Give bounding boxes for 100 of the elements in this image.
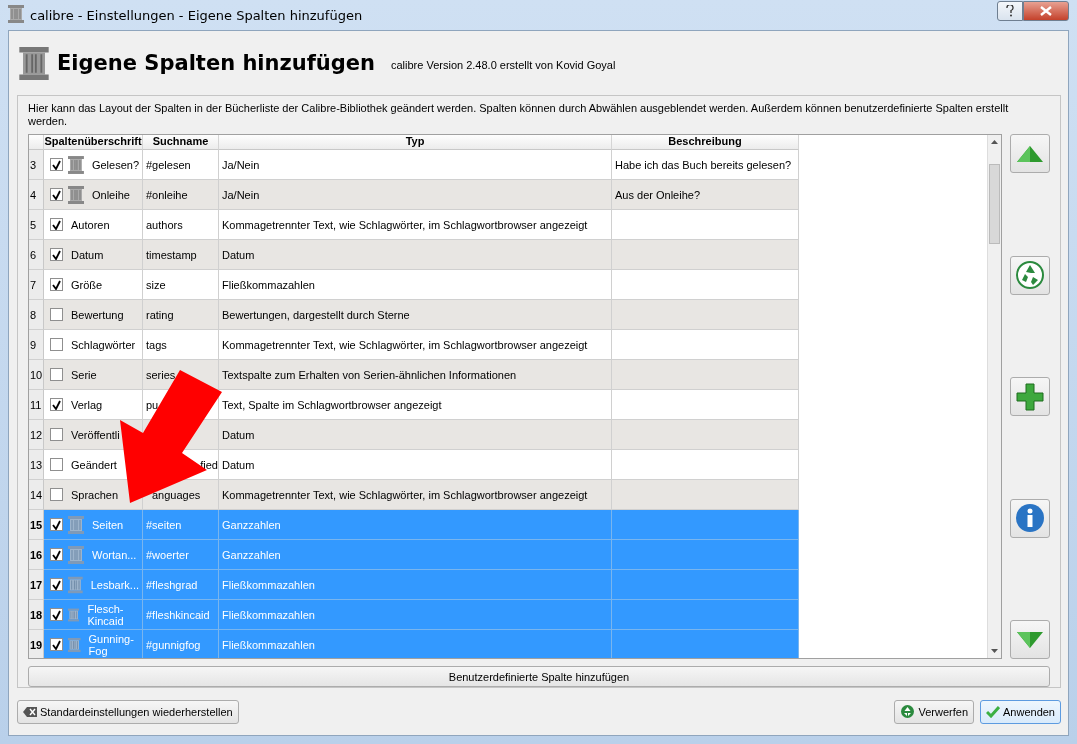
column-label: Veröffentli — [71, 428, 120, 441]
checkbox[interactable] — [50, 488, 63, 502]
table-cell: Habe ich das Buch bereits gelesen? — [612, 150, 799, 181]
column-label: Gunning-Fog — [88, 632, 135, 657]
row-number: 7 — [29, 270, 44, 301]
column-label: Seiten — [92, 518, 124, 531]
discard-button[interactable]: Verwerfen — [894, 699, 974, 724]
column-label: Serie — [71, 368, 97, 381]
row-number: 15 — [29, 510, 44, 541]
checkbox[interactable] — [50, 458, 63, 472]
checkbox[interactable] — [50, 338, 63, 352]
checkbox[interactable] — [50, 398, 63, 412]
row-number: 16 — [29, 540, 44, 571]
column-label: Flesch-Kincaid — [87, 602, 125, 627]
checkmark-icon — [986, 705, 1000, 718]
column-header[interactable]: Spaltenüberschrift — [44, 135, 143, 151]
up-arrow-icon — [1017, 145, 1043, 162]
checkbox[interactable] — [50, 608, 63, 622]
checkbox[interactable] — [50, 548, 63, 562]
help-button[interactable] — [997, 1, 1023, 21]
add-column-button[interactable]: Benutzerdefinierte Spalte hinzufügen — [28, 666, 1050, 688]
checkmark-icon — [52, 579, 61, 590]
column-icon — [68, 635, 81, 654]
column-label: Gelesen? — [91, 158, 139, 171]
row-number: 18 — [29, 600, 44, 631]
column-label: Größe — [71, 278, 103, 291]
row-number: 14 — [29, 480, 44, 511]
checkmark-icon — [52, 519, 61, 530]
table-cell: Kommagetrennter Text, wie Schlagwörter, im Schlagwortbrowser angezeigt — [219, 480, 612, 511]
close-button[interactable] — [1023, 1, 1069, 21]
down-button[interactable] — [1010, 620, 1050, 660]
checkbox[interactable] — [50, 218, 63, 232]
table-cell: Fließkommazahlen — [219, 270, 612, 301]
checkmark-icon — [52, 189, 61, 200]
description-text: Hier kann das Layout der Spalten in der Bücherliste der Calibre-Bibliothek geändert werden. Spalten können durch Abwählen ausgeblendet werden. Außerdem können benutzerdefinierte Spalten erstellt werden. — [28, 102, 1010, 129]
row-number: 9 — [29, 330, 44, 361]
scroll-thumb[interactable] — [989, 164, 1000, 245]
checkbox[interactable] — [50, 578, 63, 592]
checkbox[interactable] — [50, 158, 63, 172]
row-number: 6 — [29, 240, 44, 271]
backspace-icon — [23, 706, 37, 717]
checkmark-icon — [52, 249, 61, 260]
checkbox[interactable] — [50, 368, 63, 382]
recycle-icon — [900, 704, 916, 720]
table-cell: Fließkommazahlen — [219, 570, 612, 601]
table-cell: Ganzzahlen — [219, 510, 612, 541]
column-label: Bewertung — [71, 308, 124, 321]
checkbox[interactable] — [50, 518, 63, 532]
checkbox[interactable] — [50, 278, 63, 292]
scrollbar[interactable] — [987, 135, 1001, 659]
table-cell: tags — [143, 330, 219, 361]
checkbox[interactable] — [50, 638, 63, 652]
help-icon — [1006, 5, 1014, 17]
app-icon — [8, 5, 24, 23]
row-number: 3 — [29, 150, 44, 181]
table-cell: #woerter — [143, 540, 219, 571]
dialog-heading: Eigene Spalten hinzufügen — [57, 51, 375, 76]
column-label: Geändert — [71, 458, 117, 471]
checkmark-icon — [52, 159, 61, 170]
table-cell: Datum — [219, 240, 612, 271]
checkbox[interactable] — [50, 188, 63, 202]
up-button[interactable] — [1010, 134, 1050, 174]
row-number: 11 — [29, 390, 44, 421]
row-number: 10 — [29, 360, 44, 391]
checkmark-icon — [52, 639, 61, 650]
column-header[interactable]: Suchname — [143, 135, 219, 151]
table-cell: Datum — [219, 420, 612, 451]
table-cell: #gunnigfog — [143, 630, 219, 659]
info-button[interactable] — [1010, 498, 1050, 538]
column-header[interactable]: Typ — [219, 135, 612, 151]
plus-button[interactable] — [1010, 377, 1050, 417]
column-label: Sprachen — [71, 488, 119, 501]
apply-button[interactable]: Anwenden — [980, 699, 1061, 724]
scroll-down-icon — [991, 649, 998, 654]
version-text: calibre Version 2.48.0 erstellt von Kovid Goyal — [391, 59, 616, 72]
recycle-button[interactable] — [1010, 255, 1050, 295]
row-number: 8 — [29, 300, 44, 331]
column-label: Autoren — [71, 218, 110, 231]
table-cell: Bewertungen, dargestellt durch Sterne — [219, 300, 612, 331]
table-cell: #seiten — [143, 510, 219, 541]
table-cell: Textspalte zum Erhalten von Serien-ähnlichen Informationen — [219, 360, 612, 391]
checkmark-icon — [52, 609, 61, 620]
column-label: Wortan... — [92, 548, 137, 561]
checkbox[interactable] — [50, 428, 63, 442]
restore-defaults-button[interactable]: Standardeinstellungen wiederherstellen — [17, 699, 239, 724]
table-cell: Kommagetrennter Text, wie Schlagwörter, im Schlagwortbrowser angezeigt — [219, 210, 612, 241]
checkmark-icon — [52, 549, 61, 560]
column-icon — [68, 185, 84, 204]
row-number: 12 — [29, 420, 44, 451]
row-number: 13 — [29, 450, 44, 481]
checkbox[interactable] — [50, 308, 63, 322]
window-title: calibre - Einstellungen - Eigene Spalten hinzufügen — [30, 7, 364, 23]
corner-header — [29, 135, 44, 151]
checkbox[interactable] — [50, 248, 63, 262]
column-header[interactable]: Beschreibung — [612, 135, 799, 151]
table-cell: Fließkommazahlen — [219, 630, 612, 659]
table-cell: rating — [143, 300, 219, 331]
row-number: 4 — [29, 180, 44, 211]
row-number: 5 — [29, 210, 44, 241]
column-icon — [68, 155, 84, 174]
